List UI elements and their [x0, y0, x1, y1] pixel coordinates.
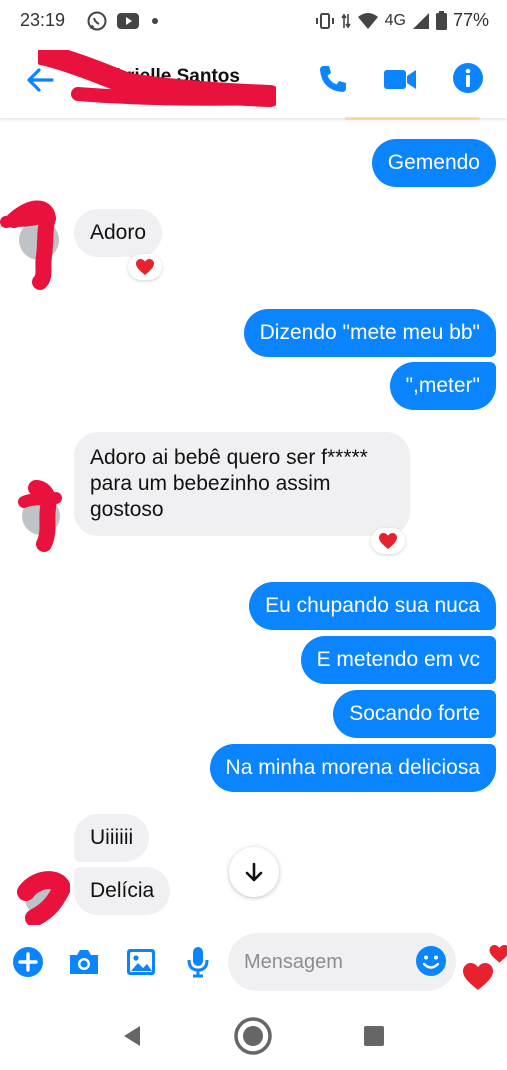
battery-percent: 77%	[452, 10, 489, 30]
phone-icon[interactable]	[316, 62, 350, 96]
scroll-to-bottom-button[interactable]	[229, 847, 279, 897]
plus-icon[interactable]	[11, 945, 45, 979]
hearts-icon[interactable]	[460, 940, 507, 995]
sent-message[interactable]: ",meter"	[389, 362, 496, 410]
gallery-icon[interactable]	[124, 945, 158, 979]
youtube-icon	[117, 13, 139, 29]
battery-icon	[435, 11, 447, 30]
status-time: 23:19	[20, 10, 66, 30]
arrow-down-icon	[245, 862, 263, 882]
sent-message[interactable]: Gemendo	[371, 139, 496, 187]
avatar-redacted	[17, 871, 70, 926]
signal-icon	[412, 12, 429, 29]
nav-recents-icon[interactable]	[354, 1016, 394, 1056]
header-accent-line	[345, 117, 480, 120]
status-bar: 23:19 4G 77%	[0, 0, 507, 40]
network-type: 4G	[384, 11, 406, 29]
nav-home-icon[interactable]	[233, 1016, 273, 1056]
android-nav-bar	[0, 1000, 507, 1070]
received-message[interactable]: Delícia	[74, 867, 171, 915]
vibrate-icon	[315, 12, 334, 29]
heart-reaction[interactable]	[128, 254, 162, 280]
nav-back-icon[interactable]	[112, 1016, 152, 1056]
notification-icons	[86, 10, 162, 32]
sent-message[interactable]: Eu chupando sua nuca	[249, 582, 496, 630]
dot-icon	[152, 18, 158, 24]
info-icon[interactable]	[452, 62, 484, 94]
redaction-scribble	[38, 50, 276, 107]
chat-header: Gabrielle Santos	[0, 40, 507, 118]
received-message[interactable]: Uiiiiii	[74, 814, 150, 862]
message-composer	[0, 925, 507, 1000]
sent-message[interactable]: Dizendo "mete meu bb"	[243, 309, 496, 357]
avatar-redacted	[0, 200, 59, 290]
heart-reaction[interactable]	[371, 528, 405, 554]
emoji-icon[interactable]	[415, 945, 447, 977]
sent-message[interactable]: E metendo em vc	[300, 636, 496, 684]
system-icons: 4G 77%	[315, 10, 489, 31]
sent-message[interactable]: Socando forte	[333, 690, 496, 738]
video-icon[interactable]	[382, 62, 418, 96]
avatar-redacted	[18, 480, 62, 552]
heart-icon	[136, 259, 154, 275]
received-message[interactable]: Adoro	[74, 209, 163, 257]
data-arrows-icon	[340, 13, 351, 28]
received-message[interactable]: Adoro ai bebê quero ser f***** para um b…	[74, 432, 410, 536]
whatsapp-icon	[87, 11, 107, 31]
microphone-icon[interactable]	[181, 945, 215, 979]
wifi-icon	[357, 12, 378, 29]
sent-message[interactable]: Na minha morena deliciosa	[209, 744, 496, 792]
camera-icon[interactable]	[67, 945, 101, 979]
heart-icon	[379, 533, 397, 549]
